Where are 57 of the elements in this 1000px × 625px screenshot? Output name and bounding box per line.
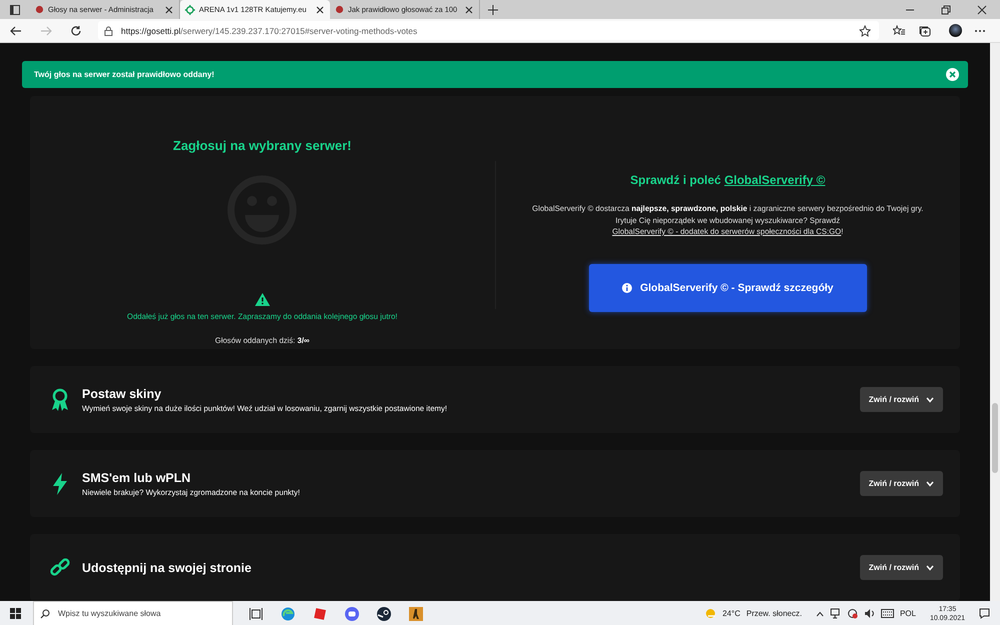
info-icon [622, 282, 632, 292]
tab-actions-icon[interactable] [10, 4, 20, 14]
new-tab-icon[interactable] [488, 4, 498, 14]
toggle-button[interactable]: Zwiń / rozwiń [860, 555, 943, 580]
lightning-icon [50, 472, 70, 496]
section-title: Postaw skiny [82, 386, 162, 400]
more-icon[interactable] [974, 28, 986, 32]
close-icon[interactable] [464, 4, 474, 14]
favorites-icon[interactable] [893, 24, 905, 36]
chevron-down-icon [926, 564, 934, 570]
restore-icon[interactable] [941, 4, 951, 14]
taskbar-search-field[interactable]: Wpisz tu wyszukiwane słowa [33, 601, 233, 625]
network-icon[interactable] [830, 608, 841, 619]
promo-heading: Sprawdź i poleć GlobalServerify © [630, 173, 826, 187]
toggle-button[interactable]: Zwiń / rozwiń [860, 471, 943, 496]
game-icon[interactable] [409, 606, 423, 620]
status-icon[interactable] [846, 608, 858, 619]
task-view-icon[interactable] [249, 606, 263, 620]
address-bar[interactable]: https://gosetti.pl/serwery/145.239.237.170:27015#server-voting-methods-votes [98, 21, 879, 40]
alert-text: Twój głos na serwer został prawidłowo oddany! [34, 70, 214, 79]
close-icon[interactable] [164, 4, 174, 14]
caret-up-icon[interactable] [816, 610, 824, 616]
speaker-icon[interactable] [864, 608, 875, 619]
collections-icon[interactable] [919, 24, 931, 36]
temperature: 24°C [722, 609, 740, 618]
profile-avatar[interactable] [949, 24, 962, 37]
lock-icon [104, 26, 113, 36]
close-icon[interactable] [315, 4, 325, 14]
windows-start-icon[interactable] [10, 608, 21, 619]
keyboard-icon[interactable] [880, 609, 894, 618]
chevron-down-icon [926, 480, 934, 486]
close-icon[interactable] [977, 4, 987, 14]
url-text: https://gosetti.pl/serwery/145.239.237.170:27015#server-voting-methods-votes [121, 26, 418, 36]
refresh-icon[interactable] [70, 24, 82, 36]
chat-app-icon[interactable] [345, 606, 359, 620]
edge-icon[interactable] [281, 606, 295, 620]
favorite-star-icon[interactable] [859, 24, 871, 36]
toggle-button[interactable]: Zwiń / rozwiń [860, 387, 943, 412]
crosshair-icon [185, 4, 195, 14]
scrollbar[interactable] [990, 43, 1000, 601]
weather-text: Przew. słonecz. [746, 609, 802, 618]
site-icon [35, 5, 44, 14]
search-icon [40, 608, 50, 618]
site-icon [335, 5, 344, 14]
section-title: SMS'em lub wPLN [82, 470, 192, 484]
heading-link[interactable]: GlobalServerify © [724, 173, 826, 187]
notifications-icon[interactable] [979, 608, 990, 619]
vote-heading: Zagłosuj na wybrany serwer! [173, 138, 352, 153]
award-icon [50, 388, 70, 412]
language-indicator[interactable]: POL [900, 609, 916, 618]
section-title: Udostępnij na swojej stronie [82, 560, 252, 574]
game-launcher-icon[interactable] [377, 606, 391, 620]
chevron-down-icon [926, 396, 934, 402]
back-icon[interactable] [10, 24, 22, 36]
details-button[interactable]: GlobalServerify © - Sprawdź szczegóły [588, 264, 867, 312]
warning-icon [254, 293, 270, 306]
app-icon[interactable] [313, 606, 327, 620]
